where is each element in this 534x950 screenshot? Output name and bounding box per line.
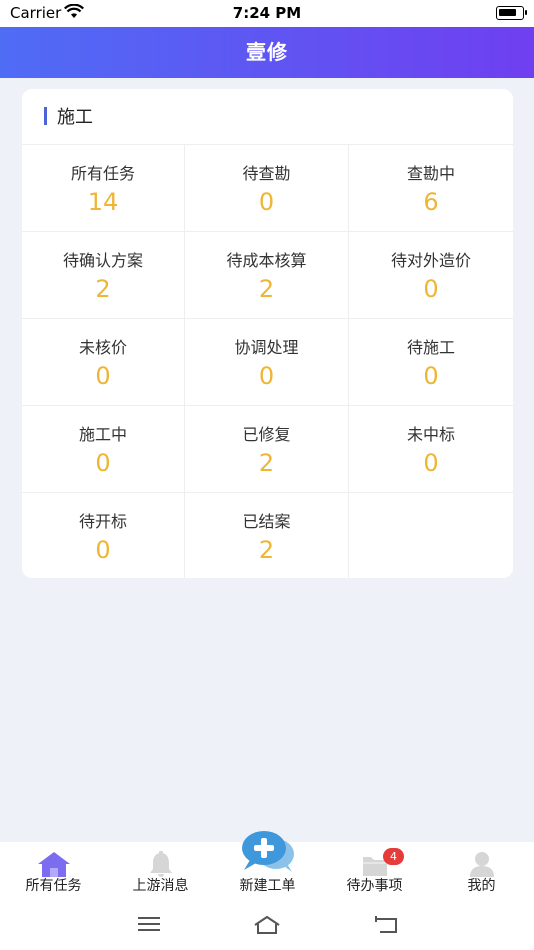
status-count: 0 bbox=[258, 188, 275, 216]
page-title: 壹修 bbox=[246, 40, 288, 64]
tab-label: 所有任务 bbox=[25, 878, 82, 894]
status-label: 待对外造价 bbox=[390, 251, 471, 270]
status-count: 6 bbox=[423, 188, 439, 216]
status-cell[interactable]: 已修复 2 bbox=[185, 406, 349, 493]
section-title: 施工 bbox=[57, 107, 93, 128]
status-label: 待施工 bbox=[406, 338, 455, 357]
tab-upstream-messages[interactable]: 上游消息 bbox=[107, 842, 214, 902]
status-label: 未中标 bbox=[406, 425, 455, 444]
status-label: 待成本核算 bbox=[226, 251, 307, 270]
empty-cell bbox=[349, 493, 513, 578]
status-bar: Carrier 7:24 PM bbox=[0, 0, 534, 27]
status-label: 所有任务 bbox=[70, 164, 135, 183]
tab-mine[interactable]: 我的 bbox=[428, 842, 534, 902]
status-cell[interactable]: 待确认方案 2 bbox=[22, 232, 185, 319]
status-count: 2 bbox=[258, 449, 275, 477]
status-label: 已修复 bbox=[242, 425, 291, 444]
home-nav-icon[interactable] bbox=[253, 914, 281, 936]
status-label: 待开标 bbox=[78, 512, 127, 531]
tab-new-work-order[interactable]: 新建工单 bbox=[214, 831, 321, 902]
status-count: 2 bbox=[95, 275, 111, 303]
nav-bar: 壹修 bbox=[0, 27, 534, 78]
tab-all-tasks[interactable]: 所有任务 bbox=[0, 842, 107, 902]
card-header: 施工 bbox=[22, 89, 513, 145]
tab-label: 新建工单 bbox=[239, 878, 296, 894]
todo-count-badge: 4 bbox=[383, 848, 404, 865]
status-cell[interactable]: 未中标 0 bbox=[349, 406, 513, 493]
status-label: 未核价 bbox=[78, 338, 127, 357]
status-count: 0 bbox=[423, 362, 439, 390]
system-nav-bar bbox=[0, 902, 534, 950]
tab-bar: 所有任务 上游消息 新建工单 4 待办事项 我的 bbox=[0, 831, 534, 902]
status-count: 0 bbox=[95, 536, 111, 564]
status-count: 14 bbox=[87, 188, 119, 216]
status-cell[interactable]: 未核价 0 bbox=[22, 319, 185, 406]
status-cell[interactable]: 所有任务 14 bbox=[22, 145, 185, 232]
status-label: 待确认方案 bbox=[62, 251, 143, 270]
status-cell[interactable]: 待对外造价 0 bbox=[349, 232, 513, 319]
menu-icon[interactable] bbox=[137, 914, 161, 934]
status-count: 2 bbox=[258, 536, 275, 564]
status-label: 协调处理 bbox=[234, 338, 299, 357]
tab-label: 我的 bbox=[467, 878, 496, 894]
status-cell[interactable]: 待查勘 0 bbox=[185, 145, 349, 232]
status-cell[interactable]: 待开标 0 bbox=[22, 493, 185, 578]
tab-todo[interactable]: 4 待办事项 bbox=[321, 842, 428, 902]
status-label: 施工中 bbox=[78, 425, 127, 444]
status-cell[interactable]: 查勘中 6 bbox=[349, 145, 513, 232]
status-cell[interactable]: 已结案 2 bbox=[185, 493, 349, 578]
status-count: 0 bbox=[423, 275, 439, 303]
status-time: 7:24 PM bbox=[232, 4, 302, 22]
user-icon bbox=[469, 852, 494, 877]
home-icon bbox=[37, 852, 70, 877]
status-cell[interactable]: 施工中 0 bbox=[22, 406, 185, 493]
chat-plus-icon bbox=[241, 831, 294, 872]
back-icon[interactable] bbox=[372, 914, 400, 936]
status-count: 0 bbox=[258, 362, 275, 390]
status-count: 2 bbox=[258, 275, 275, 303]
status-count: 0 bbox=[423, 449, 439, 477]
status-label: 已结案 bbox=[242, 512, 291, 531]
section-accent-bar bbox=[44, 107, 47, 125]
status-count: 0 bbox=[95, 362, 111, 390]
status-cell[interactable]: 协调处理 0 bbox=[185, 319, 349, 406]
tab-label: 待办事项 bbox=[346, 878, 403, 894]
status-count: 0 bbox=[95, 449, 111, 477]
status-grid: 所有任务 14 待查勘 0 查勘中 6 待确认方案 2 待成本核算 2 待对外造价 0 未核… bbox=[22, 145, 513, 578]
status-cell[interactable]: 待施工 0 bbox=[349, 319, 513, 406]
battery-icon bbox=[496, 6, 527, 20]
status-label: 查勘中 bbox=[406, 164, 455, 183]
status-cell[interactable]: 待成本核算 2 bbox=[185, 232, 349, 319]
status-label: 待查勘 bbox=[242, 164, 291, 183]
construction-card: 施工 所有任务 14 待查勘 0 查勘中 6 待确认方案 2 待成本核算 2 待对外造价 0… bbox=[22, 89, 513, 578]
bell-icon bbox=[149, 851, 172, 877]
tab-label: 上游消息 bbox=[132, 878, 189, 894]
